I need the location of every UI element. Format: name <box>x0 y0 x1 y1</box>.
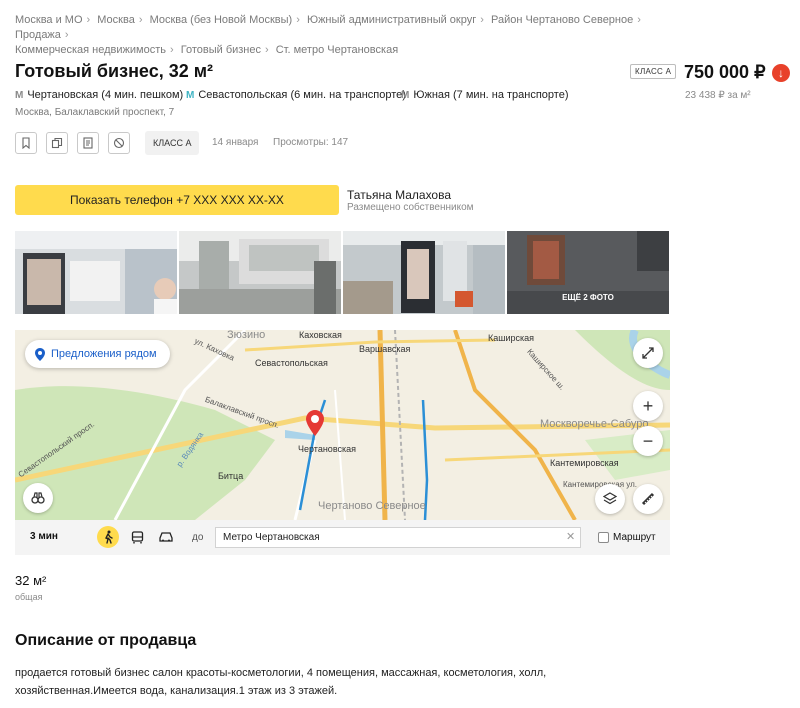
minus-icon: − <box>642 430 654 451</box>
breadcrumb-item[interactable]: Южный административный округ <box>307 14 476 26</box>
document-icon <box>83 137 93 149</box>
breadcrumb-separator: › <box>637 14 641 26</box>
bookmark-icon <box>22 137 30 149</box>
zoom-in-button[interactable]: + <box>633 391 663 421</box>
seller-type: Размещено собственником <box>347 202 474 213</box>
map-label: Севастопольская <box>255 358 328 368</box>
car-icon <box>159 532 173 542</box>
map-label: Битца <box>218 471 244 481</box>
class-tag: КЛАСС А <box>145 131 200 155</box>
metro-icon: M <box>15 90 24 101</box>
map-label: Каширская <box>488 333 535 343</box>
route-to-label: до <box>192 532 204 543</box>
breadcrumb-item[interactable]: Готовый бизнес <box>181 44 261 56</box>
block-icon <box>113 137 125 149</box>
map-label: Кантемировская <box>550 458 619 468</box>
breadcrumb-separator: › <box>170 44 174 56</box>
plus-icon: + <box>642 395 654 416</box>
metro-icon: M <box>186 90 195 101</box>
gallery-photo[interactable] <box>15 231 177 314</box>
route-checkbox[interactable] <box>598 532 609 543</box>
walk-icon <box>105 530 113 544</box>
area-value: 32 м² <box>15 573 47 588</box>
bus-icon <box>131 530 143 543</box>
map[interactable]: Предложения рядом Зюзино Каховская Варша… <box>15 330 670 520</box>
map-label: Чертаново Северное <box>318 500 426 512</box>
compare-icon <box>51 137 63 149</box>
breadcrumb: Москва и МО › Москва › Москва (без Новой М… <box>15 13 655 58</box>
map-label: Зюзино <box>227 330 266 341</box>
layers-icon <box>603 492 617 505</box>
breadcrumb-item[interactable]: Коммерческая недвижимость <box>15 44 166 56</box>
breadcrumb-item[interactable]: Продажа <box>15 29 61 41</box>
nearby-offers-label: Предложения рядом <box>51 348 157 360</box>
breadcrumb-separator: › <box>64 29 69 41</box>
walk-mode-button[interactable] <box>97 526 119 548</box>
location-pin-icon <box>35 347 45 361</box>
metro-station: M Севастопольская (6 мин. на транспорте) <box>186 89 406 101</box>
gallery-photo-more[interactable]: ЕЩЁ 2 ФОТО <box>507 231 669 314</box>
expand-icon <box>642 347 654 359</box>
route-bar: 3 мин до ✕ Маршрут <box>15 520 670 555</box>
publish-date: 14 января <box>212 137 259 148</box>
metro-station-label: Южная (7 мин. на транспорте) <box>413 89 569 101</box>
hide-button[interactable] <box>108 132 130 154</box>
panorama-button[interactable] <box>23 483 53 513</box>
breadcrumb-separator: › <box>480 14 484 26</box>
more-photos-label: ЕЩЁ 2 ФОТО <box>562 293 614 302</box>
breadcrumb-item[interactable]: Москва (без Новой Москвы) <box>150 14 293 26</box>
breadcrumb-separator: › <box>86 14 91 26</box>
breadcrumb-separator: › <box>296 14 300 26</box>
show-phone-button[interactable]: Показать телефон +7 XXX XXX XX-XX <box>15 185 339 215</box>
seller-name[interactable]: Татьяна Малахова <box>347 188 451 202</box>
price-per-meter: 23 438 ₽ за м² <box>685 90 751 101</box>
binoculars-icon <box>31 492 45 504</box>
views-count: Просмотры: 147 <box>273 137 349 148</box>
class-badge: КЛАСС А <box>630 64 677 79</box>
notes-button[interactable] <box>77 132 99 154</box>
compare-button[interactable] <box>46 132 68 154</box>
ruler-button[interactable] <box>633 484 663 514</box>
gallery-photo[interactable] <box>179 231 341 314</box>
address: Москва, Балаклавский проспект, 7 <box>15 107 175 118</box>
nearby-offers-button[interactable]: Предложения рядом <box>25 340 170 368</box>
area-label: общая <box>15 592 43 602</box>
route-time: 3 мин <box>30 531 58 542</box>
description-text: продается готовый бизнес салон красоты-к… <box>15 667 547 697</box>
clear-icon[interactable]: ✕ <box>566 530 575 543</box>
map-label: Москворечье-Сабуро <box>540 418 649 430</box>
gallery-photo[interactable] <box>343 231 505 314</box>
layers-button[interactable] <box>595 484 625 514</box>
breadcrumb-item[interactable]: Район Чертаново Северное <box>491 14 633 26</box>
bookmark-button[interactable] <box>15 132 37 154</box>
breadcrumb-item[interactable]: Москва и МО <box>15 14 83 26</box>
car-mode-button[interactable] <box>155 526 177 548</box>
fullscreen-button[interactable] <box>633 338 663 368</box>
map-pin-icon[interactable] <box>306 410 324 441</box>
price: 750 000 ₽ <box>684 62 766 82</box>
route-destination-input[interactable] <box>215 527 581 548</box>
price-down-icon[interactable]: ↓ <box>772 64 790 82</box>
map-label: Варшавская <box>359 344 411 354</box>
description-title: Описание от продавца <box>15 632 197 649</box>
metro-station-label: Чертановская (4 мин. пешком) <box>27 89 184 101</box>
breadcrumb-separator: › <box>265 44 269 56</box>
breadcrumb-separator: › <box>138 14 143 26</box>
map-label: Каховская <box>299 330 342 340</box>
transit-mode-button[interactable] <box>126 526 148 548</box>
zoom-out-button[interactable]: − <box>633 426 663 456</box>
metro-station-label: Севастопольская (6 мин. на транспорте) <box>198 89 406 101</box>
metro-station: M Южная (7 мин. на транспорте) <box>401 89 569 101</box>
metro-icon: M <box>401 90 410 101</box>
ruler-icon <box>641 492 655 506</box>
route-checkbox-label[interactable]: Маршрут <box>613 532 656 543</box>
breadcrumb-item[interactable]: Москва <box>97 14 135 26</box>
breadcrumb-item[interactable]: Ст. метро Чертановская <box>276 44 398 56</box>
metro-station: M Чертановская (4 мин. пешком) <box>15 89 183 101</box>
page-title: Готовый бизнес, 32 м² <box>15 61 214 81</box>
map-label: Чертановская <box>298 444 357 454</box>
